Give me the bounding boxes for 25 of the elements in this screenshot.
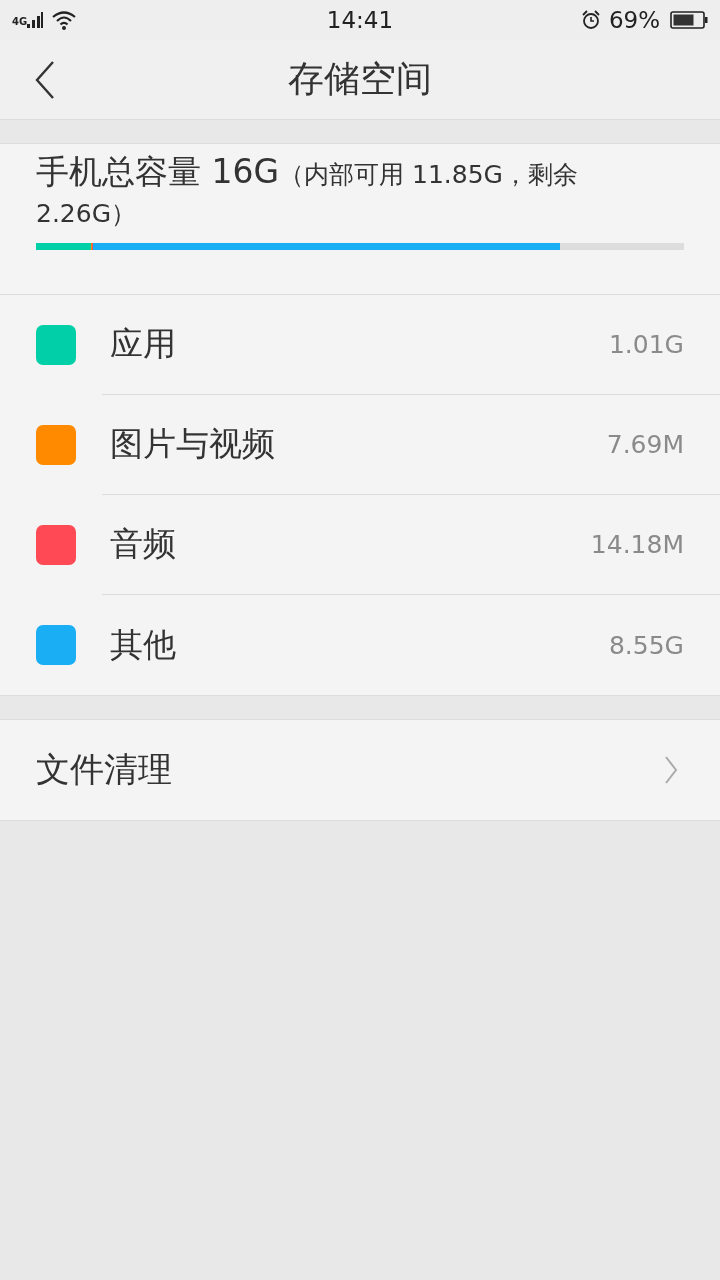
file-cleanup-row[interactable]: 文件清理 [0, 720, 720, 820]
wifi-icon [51, 10, 78, 30]
alarm-icon [580, 10, 601, 30]
page-title: 存储空间 [288, 57, 432, 101]
category-row[interactable]: 图片与视频 7.69M [0, 395, 720, 495]
category-name: 其他 [110, 623, 176, 666]
row-label: 文件清理 [36, 748, 172, 791]
clock-time: 14:41 [326, 7, 394, 33]
capacity-text: 手机总容量 16G（内部可用 11.85G，剩余 2.26G） [36, 154, 579, 230]
category-name: 应用 [110, 323, 176, 365]
signal-icon [27, 12, 44, 28]
category-row[interactable]: 应用 1.01G [0, 295, 720, 395]
battery-percent: 69% [608, 7, 660, 33]
category-size: 1.01G [608, 330, 684, 359]
category-size: 14.18M [590, 530, 684, 559]
category-size: 8.55G [608, 630, 684, 660]
category-name: 音频 [110, 523, 176, 565]
category-name: 图片与视频 [110, 423, 275, 465]
back-button[interactable] [34, 59, 56, 100]
category-row[interactable]: 音频 14.18M [0, 495, 720, 595]
category-size: 7.69M [606, 430, 684, 459]
category-row[interactable]: 其他 8.55G [0, 595, 720, 695]
network-label: 4G [12, 16, 28, 27]
battery-icon [670, 11, 708, 29]
chevron-right-icon [664, 755, 678, 785]
